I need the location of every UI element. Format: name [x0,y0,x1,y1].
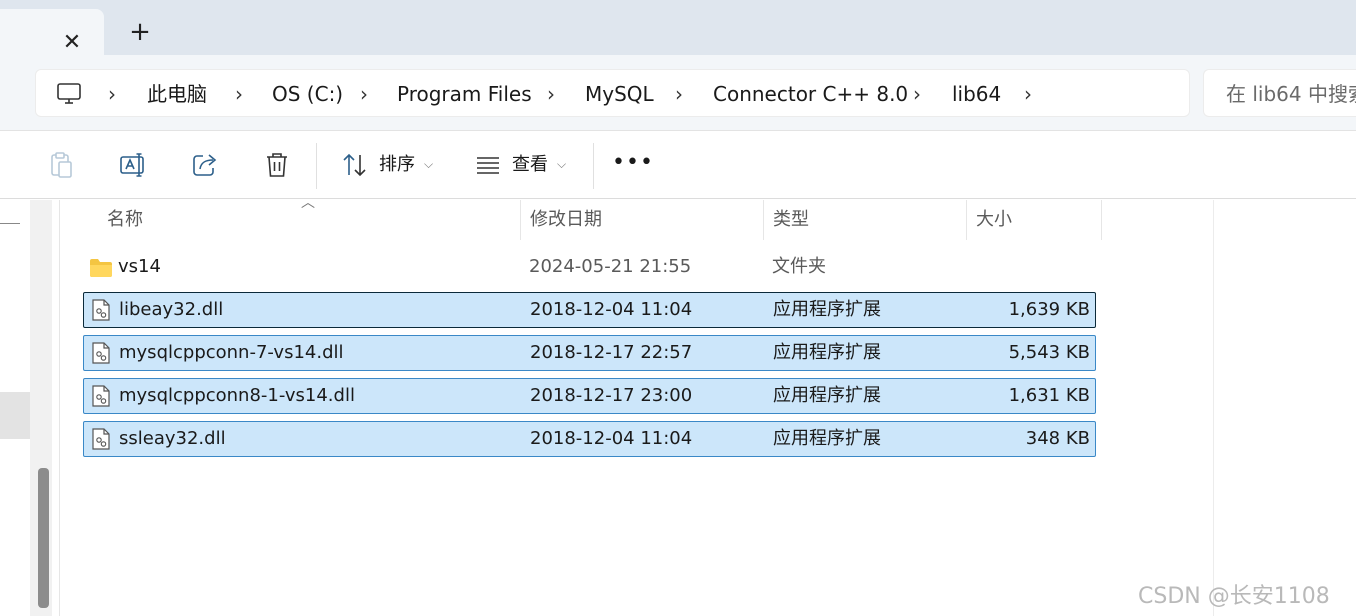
address-bar[interactable]: › 此电脑 › OS (C:) › Program Files › MySQL … [35,69,1190,117]
file-type: 应用程序扩展 [773,428,881,449]
nav-scrollbar-thumb[interactable] [38,468,49,608]
file-row-selected[interactable]: libeay32.dll 2018-12-04 11:04 应用程序扩展 1,6… [83,292,1096,328]
file-row-selected[interactable]: mysqlcppconn-7-vs14.dll 2018-12-17 22:57… [83,335,1096,371]
file-name: mysqlcppconn-7-vs14.dll [119,342,344,363]
breadcrumb-chevron-icon[interactable]: › [547,70,555,118]
tab-strip: ✕ + [0,0,1356,55]
column-separator[interactable] [763,200,764,240]
rename-icon[interactable] [116,148,150,182]
close-tab-icon[interactable]: ✕ [58,29,86,57]
file-name: mysqlcppconn8-1-vs14.dll [119,385,355,406]
active-tab[interactable]: ✕ [0,9,104,55]
dll-file-icon [92,428,110,450]
nav-divider [0,223,20,224]
column-header-name[interactable]: 名称 [107,200,143,240]
delete-icon[interactable] [260,148,294,182]
file-name: libeay32.dll [119,299,224,320]
file-type: 应用程序扩展 [773,342,881,363]
search-placeholder: 在 lib64 中搜索 [1226,82,1356,106]
sort-icon[interactable] [338,148,372,182]
file-row-selected[interactable]: ssleay32.dll 2018-12-04 11:04 应用程序扩展 348… [83,421,1096,457]
file-type: 应用程序扩展 [773,385,881,406]
file-size [969,250,1089,284]
column-separator[interactable] [520,200,521,240]
file-modified: 2018-12-04 11:04 [530,299,693,320]
new-tab-icon[interactable]: + [126,18,154,46]
breadcrumb-connector[interactable]: Connector C++ 8.0 [713,70,908,118]
breadcrumb-os-c[interactable]: OS (C:) [272,70,343,118]
column-header-size[interactable]: 大小 [976,200,1012,240]
view-button[interactable]: 查看 [512,131,548,199]
breadcrumb-chevron-icon[interactable]: › [913,70,921,118]
breadcrumb-mysql[interactable]: MySQL [585,70,654,118]
toolbar-separator [593,143,594,189]
address-row: › 此电脑 › OS (C:) › Program Files › MySQL … [0,55,1356,131]
file-modified: 2018-12-17 23:00 [530,385,693,406]
breadcrumb-chevron-icon[interactable]: › [235,70,243,118]
sort-chevron-down-icon[interactable]: ⌵ [424,131,433,199]
breadcrumb-chevron-icon[interactable]: › [108,70,116,118]
view-chevron-down-icon[interactable]: ⌵ [557,131,566,199]
dll-file-icon [92,385,110,407]
dll-file-icon [92,299,110,321]
view-icon[interactable] [471,148,505,182]
nav-selected-item[interactable] [0,392,30,439]
breadcrumb-this-pc[interactable]: 此电脑 [147,70,207,118]
file-size: 1,639 KB [1008,299,1090,320]
file-type: 应用程序扩展 [773,299,881,320]
file-size: 1,631 KB [1008,385,1090,406]
search-input[interactable]: 在 lib64 中搜索 [1203,69,1356,117]
details-pane-divider [1213,200,1214,616]
file-name: ssleay32.dll [119,428,226,449]
command-bar: 排序 ⌵ 查看 ⌵ ••• [0,131,1356,199]
file-size: 348 KB [1025,428,1090,449]
folder-icon [90,259,112,277]
column-separator[interactable] [1101,200,1102,240]
navigation-pane [0,200,60,616]
file-modified: 2018-12-04 11:04 [530,428,693,449]
breadcrumb-program-files[interactable]: Program Files [397,70,532,118]
more-options-button[interactable]: ••• [612,148,653,182]
dll-file-icon [92,342,110,364]
sort-ascending-icon: ︿ [301,195,315,211]
file-row-selected[interactable]: mysqlcppconn8-1-vs14.dll 2018-12-17 23:0… [83,378,1096,414]
file-modified: 2024-05-21 21:55 [529,256,692,277]
breadcrumb-lib64[interactable]: lib64 [952,70,1001,118]
column-header-modified[interactable]: 修改日期 [530,200,602,240]
file-modified: 2018-12-17 22:57 [530,342,693,363]
paste-icon[interactable] [44,148,78,182]
file-row-folder[interactable]: vs14 2024-05-21 21:55 文件夹 [83,250,1096,286]
file-explorer-window: ✕ + › 此电脑 › OS (C:) › Program Files › My… [0,0,1356,616]
file-name: vs14 [118,256,161,277]
file-type: 文件夹 [772,256,826,277]
breadcrumb-chevron-icon[interactable]: › [675,70,683,118]
sort-button[interactable]: 排序 [379,131,415,199]
toolbar-separator [316,143,317,189]
column-separator[interactable] [966,200,967,240]
this-pc-icon[interactable] [56,82,82,106]
breadcrumb-chevron-icon[interactable]: › [1024,70,1032,118]
breadcrumb-chevron-icon[interactable]: › [360,70,368,118]
file-size: 5,543 KB [1008,342,1090,363]
watermark: CSDN @长安1108 [1138,584,1330,609]
share-icon[interactable] [188,148,222,182]
column-header-type[interactable]: 类型 [773,200,809,240]
